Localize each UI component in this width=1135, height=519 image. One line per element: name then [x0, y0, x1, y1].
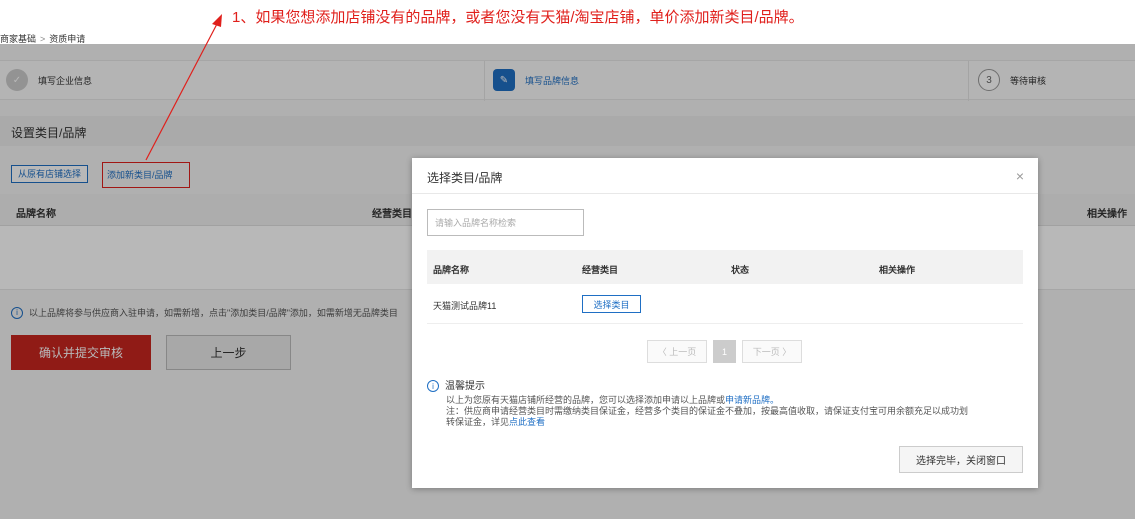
tip-line-text: 以上为您原有天猫店铺所经营的品牌，您可以选择添加申请以上品牌或 [446, 395, 726, 405]
done-close-button[interactable]: 选择完毕，关闭窗口 [899, 446, 1023, 473]
table-row: 天猫测试品牌11 选择类目 [427, 284, 1023, 324]
column-header: 相关操作 [879, 265, 916, 275]
select-category-button[interactable]: 选择类目 [582, 295, 641, 313]
annotation-text: 1、如果您想添加店铺没有的品牌，或者您没有天猫/淘宝店铺，单价添加新类目/品牌。 [232, 9, 804, 26]
column-header: 状态 [731, 265, 750, 275]
brand-table: 品牌名称 经营类目 状态 相关操作 天猫测试品牌11 选择类目 [427, 250, 1023, 324]
modal-header: 选择类目/品牌 [412, 158, 1038, 194]
view-details-link[interactable]: 点此查看 [509, 417, 545, 427]
prev-page-button[interactable]: 〈 上一页 [647, 340, 707, 363]
brand-name: 天猫测试品牌11 [433, 301, 497, 311]
apply-new-brand-link[interactable]: 申请新品牌。 [725, 395, 779, 405]
tips-section: i 温馨提示 以上为您原有天猫店铺所经营的品牌，您可以选择添加申请以上品牌或申请… [427, 380, 1017, 428]
column-header: 品牌名称 [433, 265, 470, 275]
breadcrumb-current: 资质申请 [49, 34, 86, 44]
info-icon: i [427, 380, 439, 392]
select-brand-modal: 选择类目/品牌 × 品牌名称 经营类目 状态 相关操作 天猫测试品牌11 选择类… [412, 158, 1038, 488]
modal-title: 选择类目/品牌 [427, 171, 503, 185]
breadcrumb-root[interactable]: 商家基础 [0, 34, 36, 44]
tip-line: 以上为您原有天猫店铺所经营的品牌，您可以选择添加申请以上品牌或申请新品牌。 [427, 395, 1017, 406]
page-number[interactable]: 1 [713, 340, 736, 363]
breadcrumb-separator: > [40, 34, 46, 44]
next-page-button[interactable]: 下一页 〉 [742, 340, 802, 363]
pagination: 〈 上一页 1 下一页 〉 [647, 340, 802, 363]
brand-search-input[interactable] [427, 209, 584, 236]
tip-line: 转保证金，详见点此查看 [427, 417, 1017, 428]
tip-line: 注：供应商申请经营类目时需缴纳类目保证金，经营多个类目的保证金不叠加，按最高值收… [446, 406, 969, 416]
tips-title-text: 温馨提示 [445, 380, 485, 392]
close-icon[interactable]: × [1016, 168, 1024, 184]
tips-title: i 温馨提示 [427, 380, 1017, 392]
column-header: 经营类目 [582, 265, 619, 275]
tip-line-text: 转保证金，详见 [446, 417, 510, 427]
brand-table-header: 品牌名称 经营类目 状态 相关操作 [427, 250, 1023, 284]
